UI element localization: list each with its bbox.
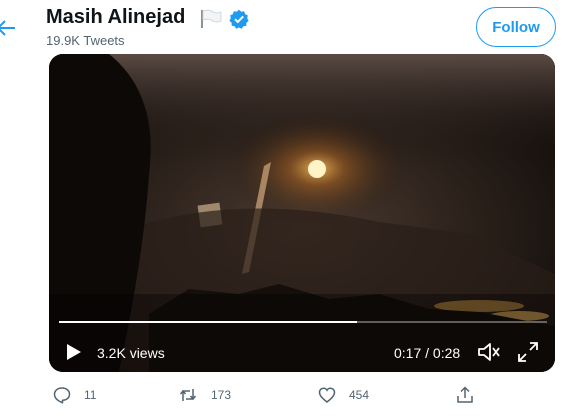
video-player[interactable]: 3.2K views 0:17 / 0:28	[49, 54, 555, 372]
play-icon[interactable]	[63, 342, 83, 362]
back-arrow-icon[interactable]	[0, 18, 16, 38]
progress-bar[interactable]	[59, 321, 547, 323]
follow-button[interactable]: Follow	[476, 7, 556, 47]
share-button[interactable]	[456, 386, 474, 404]
share-icon	[457, 386, 473, 403]
volume-icon[interactable]	[477, 341, 501, 363]
like-count: 454	[349, 388, 370, 402]
fullscreen-icon[interactable]	[517, 341, 539, 363]
verified-badge-icon	[229, 9, 249, 29]
video-frame	[49, 54, 555, 372]
progress-fill	[59, 321, 357, 323]
profile-name[interactable]: Masih Alinejad	[46, 6, 185, 29]
view-count: 3.2K views	[97, 345, 165, 361]
like-icon	[318, 387, 336, 403]
reply-icon	[53, 387, 71, 404]
retweet-button[interactable]: 173	[178, 386, 231, 404]
tweet-count: 19.9K Tweets	[46, 33, 125, 48]
video-time: 0:17 / 0:28	[394, 345, 461, 361]
reply-button[interactable]: 11	[53, 386, 96, 404]
retweet-count: 173	[211, 388, 232, 402]
like-button[interactable]: 454	[318, 386, 369, 404]
retweet-icon	[179, 389, 197, 401]
reply-count: 11	[84, 388, 97, 402]
flag-icon	[201, 9, 222, 28]
